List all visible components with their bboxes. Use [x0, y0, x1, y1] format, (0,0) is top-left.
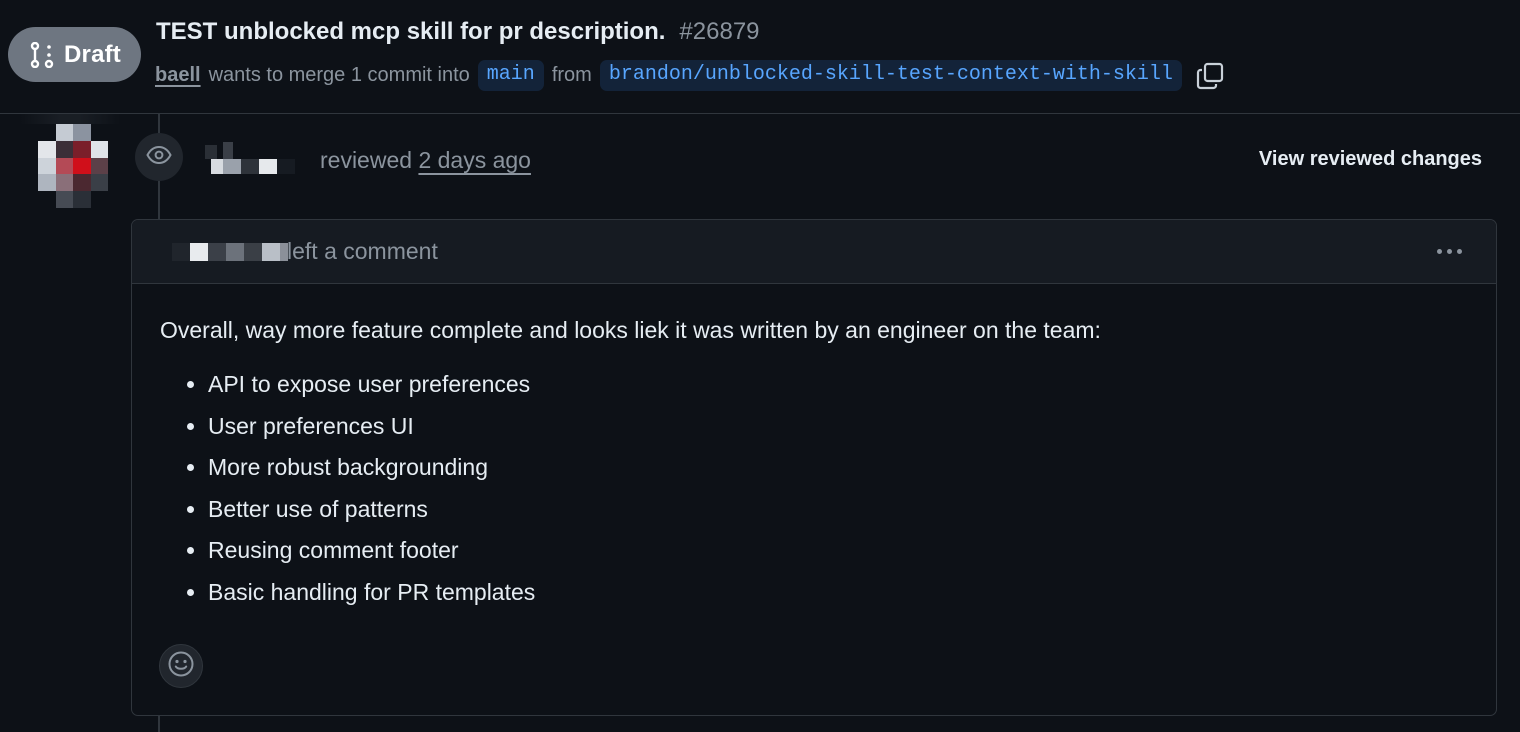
reviewer-avatar[interactable] [38, 124, 108, 208]
eye-icon [146, 145, 172, 169]
pr-title-row: TEST unblocked mcp skill for pr descript… [156, 18, 760, 46]
review-comment: left a comment Overall, way more feature… [131, 219, 1497, 716]
draft-status-badge: Draft [8, 27, 141, 82]
list-item: More robust backgrounding [208, 451, 1468, 483]
add-reaction-button[interactable] [159, 644, 203, 688]
pr-title: TEST unblocked mcp skill for pr descript… [156, 18, 666, 45]
reviewer-name-redacted [205, 140, 310, 178]
list-item: Basic handling for PR templates [208, 576, 1468, 608]
pr-number: #26879 [679, 18, 760, 45]
review-summary: reviewed 2 days ago [320, 147, 531, 174]
commenter-name-redacted [172, 241, 288, 263]
comment-list: API to expose user preferences User pref… [160, 368, 1468, 608]
review-timestamp-link[interactable]: 2 days ago [418, 147, 531, 173]
copy-icon[interactable] [1196, 62, 1224, 90]
pr-header: Draft TEST unblocked mcp skill for pr de… [0, 0, 1520, 114]
review-action: reviewed [320, 147, 413, 173]
merge-description: wants to merge 1 commit into [208, 64, 470, 86]
comment-body: Overall, way more feature complete and l… [132, 284, 1496, 608]
view-reviewed-changes-link[interactable]: View reviewed changes [1259, 148, 1482, 171]
list-item: Reusing comment footer [208, 534, 1468, 566]
comment-header-action: left a comment [287, 238, 438, 264]
base-branch-tag[interactable]: main [477, 60, 544, 91]
smiley-icon [167, 650, 195, 683]
pr-merge-info: baell wants to merge 1 commit into main … [155, 60, 1224, 91]
timeline-connector-bottom [158, 716, 160, 732]
list-item: User preferences UI [208, 410, 1468, 442]
draft-status-label: Draft [64, 40, 122, 68]
avatar-shadow [20, 114, 120, 124]
list-item: API to expose user preferences [208, 368, 1468, 400]
comment-intro: Overall, way more feature complete and l… [160, 317, 1101, 343]
list-item: Better use of patterns [208, 493, 1468, 525]
comment-header: left a comment [132, 220, 1496, 284]
kebab-horizontal-icon[interactable] [1433, 241, 1466, 262]
git-pull-request-draft-icon [30, 41, 54, 68]
from-label: from [551, 64, 592, 86]
head-branch-tag[interactable]: brandon/unblocked-skill-test-context-wit… [599, 60, 1182, 91]
pr-author-link[interactable]: baell [155, 64, 201, 87]
review-event-badge [135, 133, 183, 181]
